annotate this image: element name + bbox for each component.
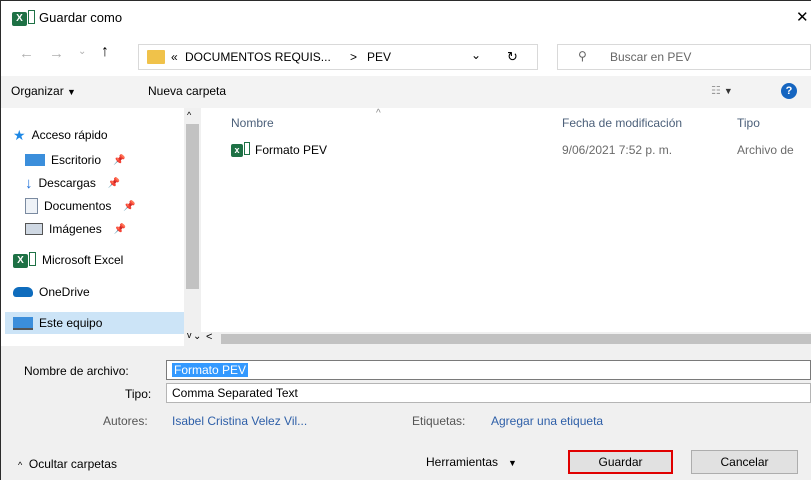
address-dropdown-icon[interactable]: ⌄ <box>471 48 481 62</box>
back-icon[interactable]: ← <box>19 45 34 62</box>
filename-label: Nombre de archivo: <box>24 364 129 378</box>
computer-icon <box>13 316 33 330</box>
excel-file-icon: x <box>231 142 250 157</box>
pin-icon: 📌 <box>123 200 136 212</box>
type-label: Tipo: <box>125 387 152 401</box>
breadcrumb-segment-1[interactable]: DOCUMENTOS REQUIS... <box>185 50 331 64</box>
cloud-icon <box>13 287 33 297</box>
desktop-icon <box>25 154 45 166</box>
chevron-up-icon: ^ <box>18 460 23 470</box>
type-value: Comma Separated Text <box>172 386 298 400</box>
nav-scroll-down-chevron-icon[interactable]: ⌄ <box>193 331 201 342</box>
help-icon[interactable]: ? <box>781 83 797 99</box>
forward-icon[interactable]: → <box>49 45 64 62</box>
search-box[interactable]: ⚲ Buscar en PEV <box>557 44 811 70</box>
address-box[interactable]: « DOCUMENTOS REQUIS... > PEV ⌄ ↻ <box>138 44 538 70</box>
view-options-icon[interactable]: ☷ ▼ <box>711 84 733 97</box>
authors-value[interactable]: Isabel Cristina Velez Vil... <box>172 414 307 428</box>
filename-input[interactable]: Formato PEV <box>166 360 811 380</box>
pin-icon: 📌 <box>107 177 121 189</box>
column-header-type[interactable]: Tipo <box>737 116 760 130</box>
hide-folders-button[interactable]: ^ Ocultar carpetas <box>18 457 117 471</box>
column-header-name[interactable]: Nombre <box>231 116 274 130</box>
search-icon: ⚲ <box>578 49 587 63</box>
sidebar-item-onedrive[interactable]: OneDrive <box>13 281 90 303</box>
sort-ascending-icon: ^ <box>376 108 381 119</box>
pin-icon: 📌 <box>113 223 127 235</box>
breadcrumb-overflow[interactable]: « <box>171 50 178 64</box>
up-arrow-icon[interactable]: ↑ <box>101 43 109 61</box>
tags-value[interactable]: Agregar una etiqueta <box>491 414 603 428</box>
tags-label: Etiquetas: <box>412 414 466 428</box>
scroll-up-icon[interactable]: ^ <box>187 110 191 120</box>
file-list-hscrollbar-thumb[interactable] <box>221 334 811 344</box>
sidebar-item-excel[interactable]: X Microsoft Excel <box>13 249 123 271</box>
table-row[interactable]: x Formato PEV 9/06/2021 7:52 p. m. Archi… <box>225 140 811 160</box>
nav-scrollbar-thumb[interactable] <box>186 124 199 289</box>
excel-icon: X <box>12 10 35 26</box>
documents-icon <box>25 198 38 214</box>
title-bar: X Guardar como ✕ <box>1 1 811 34</box>
download-icon: ↓ <box>25 174 33 192</box>
cancel-button[interactable]: Cancelar <box>691 450 798 474</box>
file-name: Formato PEV <box>255 143 328 157</box>
save-button[interactable]: Guardar <box>568 450 673 474</box>
refresh-icon[interactable]: ↻ <box>507 49 518 65</box>
command-bar: Organizar ▼ Nueva carpeta ☷ ▼ ? <box>1 76 811 108</box>
column-header-date[interactable]: Fecha de modificación <box>562 116 682 130</box>
close-icon[interactable]: ✕ <box>796 8 809 26</box>
breadcrumb-segment-2[interactable]: PEV <box>367 50 391 64</box>
star-icon: ★ <box>13 126 26 143</box>
type-select[interactable]: Comma Separated Text <box>166 383 811 403</box>
search-placeholder: Buscar en PEV <box>610 50 692 64</box>
window-title: Guardar como <box>39 10 123 25</box>
organize-button[interactable]: Organizar ▼ <box>11 84 76 98</box>
sidebar-item-quick-access[interactable]: ★ Acceso rápido <box>13 124 108 146</box>
new-folder-button[interactable]: Nueva carpeta <box>148 84 226 98</box>
sidebar-item-pictures[interactable]: Imágenes 📌 <box>25 218 126 240</box>
navigation-pane: ★ Acceso rápido Escritorio 📌 ↓ Descargas… <box>1 108 200 346</box>
breadcrumb-separator: > <box>350 50 358 64</box>
excel-icon: X <box>13 252 36 268</box>
pictures-icon <box>25 223 43 235</box>
sidebar-item-downloads[interactable]: ↓ Descargas 📌 <box>25 172 120 194</box>
tools-button[interactable]: Herramientas ▼ <box>426 455 517 469</box>
pin-icon: 📌 <box>113 154 126 166</box>
recent-chevron-icon[interactable]: ⌄ <box>78 46 86 57</box>
file-date: 9/06/2021 7:52 p. m. <box>562 143 673 157</box>
authors-label: Autores: <box>103 414 148 428</box>
scroll-left-icon[interactable]: < <box>206 331 212 343</box>
scroll-down-icon[interactable]: v <box>187 330 192 340</box>
filename-value: Formato PEV <box>172 363 249 377</box>
sidebar-item-documents[interactable]: Documentos 📌 <box>25 195 136 217</box>
sidebar-item-this-pc[interactable]: Este equipo <box>5 312 186 334</box>
folder-icon <box>147 50 165 64</box>
sidebar-item-desktop[interactable]: Escritorio 📌 <box>25 149 125 171</box>
file-type: Archivo de <box>737 143 794 157</box>
dropdown-arrow-icon: ▼ <box>508 458 517 468</box>
